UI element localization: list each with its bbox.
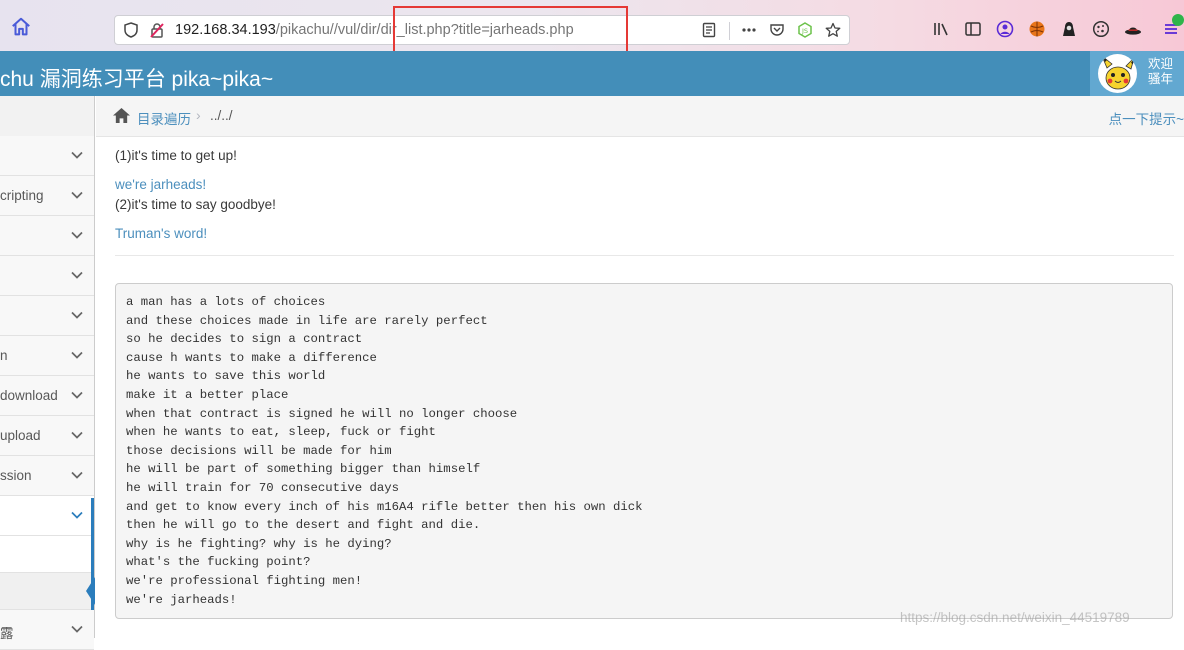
breadcrumb: 目录遍历 › ../../ 点一下提示~ <box>96 96 1184 137</box>
reader-view-icon[interactable] <box>701 22 717 38</box>
sidebar-item-permission[interactable]: ssion <box>0 456 94 496</box>
sidebar-item[interactable] <box>0 216 94 256</box>
sidebar-item-upload[interactable]: upload <box>0 416 94 456</box>
cookie-icon[interactable] <box>1092 20 1110 38</box>
poem-line: cause h wants to make a difference <box>126 350 377 365</box>
sidebar-item-label: ssion <box>0 468 32 483</box>
breadcrumb-current: ../../ <box>210 108 233 123</box>
poem-line: when he wants to eat, sleep, fuck or fig… <box>126 425 436 440</box>
update-badge-icon <box>1172 14 1184 26</box>
library-icon[interactable] <box>932 20 950 38</box>
pikachu-avatar-icon <box>1101 55 1135 90</box>
chevron-down-icon <box>71 471 83 479</box>
extension-ball-icon[interactable] <box>1028 20 1046 38</box>
poem-line: make it a better place <box>126 387 289 402</box>
poem-line: he will be part of something bigger than… <box>126 462 481 477</box>
extension-hacker-icon[interactable] <box>1060 20 1078 38</box>
home-icon <box>113 107 130 124</box>
app-title[interactable]: chu 漏洞练习平台 pika~pika~ <box>0 63 273 93</box>
watermark: https://blog.csdn.net/weixin_44519789 <box>900 610 1130 625</box>
poem-line: we're jarheads! <box>126 592 237 607</box>
chevron-down-icon <box>71 511 83 519</box>
sidebar-item-label: upload <box>0 428 41 443</box>
sidebar-item-active[interactable] <box>0 496 94 536</box>
truman-link[interactable]: Truman's word! <box>115 226 207 241</box>
intro-line-2: (2)it's time to say goodbye! <box>115 197 276 212</box>
poem-line: and these choices made in life are rarel… <box>126 313 488 328</box>
sidebar-toggle-icon[interactable] <box>964 20 982 38</box>
sidebar-item-download[interactable]: download <box>0 376 94 416</box>
poem-line: a man has a lots of choices <box>126 295 326 309</box>
poem-line: why is he fighting? why is he dying? <box>126 536 392 551</box>
hint-link[interactable]: 点一下提示~ <box>1109 108 1184 128</box>
sidebar-item[interactable] <box>0 296 94 336</box>
avatar <box>1098 54 1137 93</box>
chevron-down-icon <box>71 151 83 159</box>
sidebar-item-label: 露 <box>0 626 14 641</box>
user-menu[interactable]: 欢迎 骚年 <box>1090 51 1184 96</box>
sidebar-item[interactable]: n <box>0 336 94 376</box>
chevron-down-icon <box>71 431 83 439</box>
file-content-box: a man has a lots of choices and these ch… <box>115 283 1173 619</box>
account-icon[interactable] <box>996 20 1014 38</box>
breadcrumb-separator: › <box>196 107 201 123</box>
welcome-text: 欢迎 <box>1148 57 1174 71</box>
intro-line-1: (1)it's time to get up! <box>115 148 237 163</box>
poem-line: we're professional fighting men! <box>126 573 363 588</box>
poem-line: when that contract is signed he will no … <box>126 406 518 421</box>
poem-line: he wants to save this world <box>126 369 326 384</box>
chevron-down-icon <box>71 311 83 319</box>
chevron-down-icon <box>71 231 83 239</box>
sidebar-item-xss[interactable]: cripting <box>0 176 94 216</box>
nodejs-extension-icon[interactable]: JS <box>797 22 813 38</box>
insecure-lock-icon[interactable] <box>149 22 165 38</box>
sidebar-item-info-leak[interactable]: 露 <box>0 610 94 650</box>
sidebar-active-arrow <box>86 577 95 605</box>
extension-hat-icon[interactable] <box>1124 20 1142 38</box>
breadcrumb-link-dir-traversal[interactable]: 目录遍历 <box>137 108 191 128</box>
sidebar-item[interactable] <box>0 256 94 296</box>
welcome-username: 骚年 <box>1148 72 1174 86</box>
poem-line: what's the fucking point? <box>126 555 311 570</box>
info-shield-icon[interactable] <box>123 22 139 38</box>
chevron-down-icon <box>71 191 83 199</box>
poem-line: he will train for 70 consecutive days <box>126 480 400 495</box>
chevron-down-icon <box>71 625 83 633</box>
bookmark-star-icon[interactable] <box>825 22 841 38</box>
divider <box>115 255 1174 256</box>
chevron-down-icon <box>71 271 83 279</box>
jarheads-link[interactable]: we're jarheads! <box>115 177 206 192</box>
url-highlight-box <box>393 6 628 57</box>
more-actions-icon[interactable] <box>741 22 757 38</box>
sidebar-item[interactable] <box>0 136 94 176</box>
chevron-down-icon <box>71 351 83 359</box>
poem-line: and get to know every inch of his m16A4 … <box>126 499 643 514</box>
sidebar-subitem-active[interactable] <box>0 573 94 610</box>
sidebar-item-label: cripting <box>0 188 44 203</box>
app-header: chu 漏洞练习平台 pika~pika~ 欢迎 骚年 <box>0 51 1184 96</box>
url-separator <box>729 22 730 40</box>
sidebar-item-label: download <box>0 388 58 403</box>
home-icon[interactable] <box>10 16 32 38</box>
pocket-icon[interactable] <box>769 22 785 38</box>
poem-line: so he decides to sign a contract <box>126 332 363 347</box>
sidebar-subitem[interactable] <box>0 536 94 573</box>
poem-line: those decisions will be made for him <box>126 443 392 458</box>
sidebar-item-label: n <box>0 348 8 363</box>
svg-text:JS: JS <box>801 27 808 35</box>
sidebar: cripting n download upload ssion 露 <box>0 96 95 650</box>
chevron-down-icon <box>71 391 83 399</box>
poem-line: then he will go to the desert and fight … <box>126 518 481 533</box>
